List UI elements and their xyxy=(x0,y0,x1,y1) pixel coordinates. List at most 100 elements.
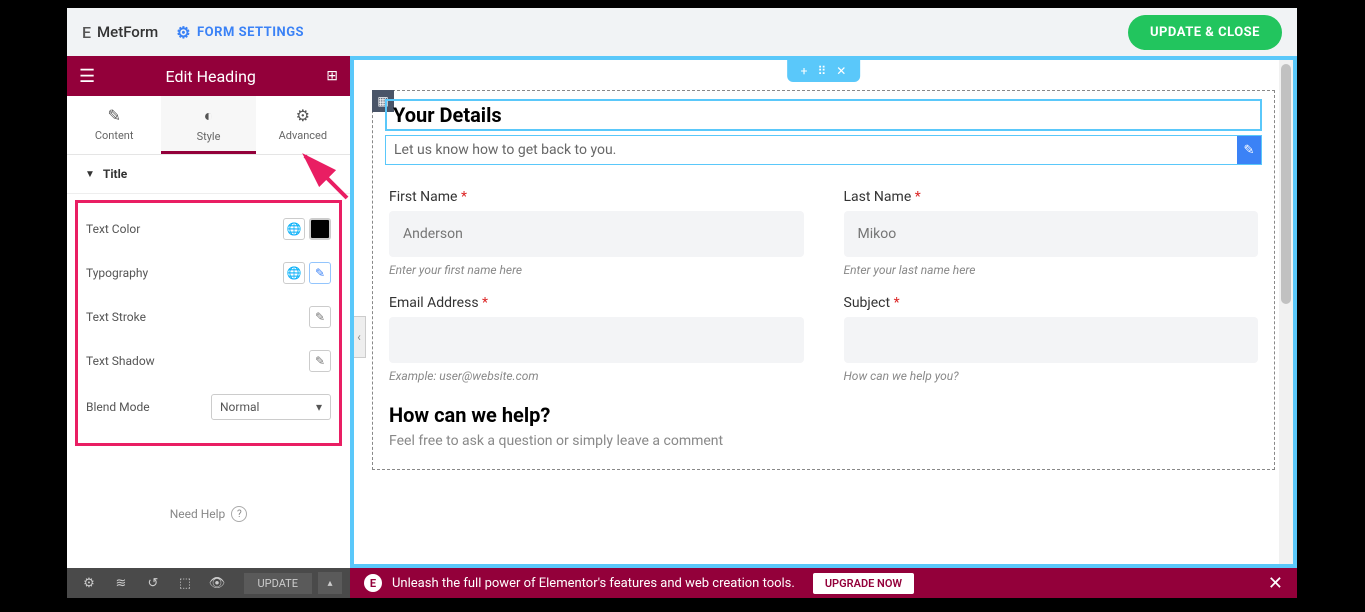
eye-icon: 👁 xyxy=(209,576,226,591)
history-button[interactable]: ↺ xyxy=(139,572,167,594)
text-color-label: Text Color xyxy=(86,222,140,236)
need-help-label: Need Help xyxy=(170,507,226,521)
caret-down-icon: ▼ xyxy=(85,169,95,180)
blend-mode-label: Blend Mode xyxy=(86,400,150,414)
update-close-button[interactable]: UPDATE & CLOSE xyxy=(1128,15,1282,50)
close-banner-button[interactable]: ✕ xyxy=(1268,573,1283,594)
chevron-down-icon: ▾ xyxy=(316,400,322,414)
control-typography: Typography 🌐 ✎ xyxy=(86,251,331,295)
layers-icon: ≋ xyxy=(116,576,127,591)
field-email: Email Address * Example: user@website.co… xyxy=(389,295,804,383)
update-button[interactable]: UPDATE xyxy=(244,573,312,594)
sidebar: ☰ Edit Heading ⊞ ✎ Content ◐ Style ⚙ Adv… xyxy=(67,56,350,568)
brand: E MetForm xyxy=(82,23,158,42)
section-title-toggle[interactable]: ▼ Title xyxy=(67,155,350,194)
settings-button[interactable]: ⚙ xyxy=(75,572,103,594)
control-blend-mode: Blend Mode Normal ▾ xyxy=(86,383,331,431)
canvas: + ⠿ ✕ ‹ ▦ Your Details Let us know how t… xyxy=(350,56,1297,568)
tab-content-label: Content xyxy=(95,129,134,142)
tab-advanced[interactable]: ⚙ Advanced xyxy=(256,96,350,154)
color-picker-button[interactable] xyxy=(309,218,331,240)
gear-icon: ⚙ xyxy=(176,23,191,42)
help-subheading: Feel free to ask a question or simply le… xyxy=(389,433,1258,449)
history-icon: ↺ xyxy=(148,576,159,591)
email-label: Email Address * xyxy=(389,295,804,311)
pencil-icon: ✎ xyxy=(315,266,325,280)
globe-icon: 🌐 xyxy=(287,222,302,236)
brand-label: MetForm xyxy=(97,23,158,41)
topbar: E MetForm ⚙ FORM SETTINGS UPDATE & CLOSE xyxy=(67,8,1297,56)
first-name-hint: Enter your first name here xyxy=(389,263,804,277)
navigator-button[interactable]: ≋ xyxy=(107,572,135,594)
required-mark: * xyxy=(482,295,488,311)
brand-icon: E xyxy=(82,23,91,42)
promo-banner: E Unleash the full power of Elementor's … xyxy=(350,568,1297,598)
form-settings-label: FORM SETTINGS xyxy=(197,25,304,40)
elementor-badge-icon: E xyxy=(364,574,382,592)
color-swatch xyxy=(310,219,330,239)
field-first-name: First Name * Enter your first name here xyxy=(389,189,804,277)
control-text-color: Text Color 🌐 xyxy=(86,207,331,251)
menu-icon[interactable]: ☰ xyxy=(79,66,95,87)
form-heading: Your Details xyxy=(393,103,1254,127)
text-stroke-label: Text Stroke xyxy=(86,310,146,324)
subject-input[interactable] xyxy=(844,317,1259,363)
help-heading: How can we help? xyxy=(389,403,1258,427)
pencil-icon: ✎ xyxy=(315,310,325,324)
text-shadow-edit-button[interactable]: ✎ xyxy=(309,350,331,372)
widgets-icon[interactable]: ⊞ xyxy=(326,68,338,84)
globe-icon: 🌐 xyxy=(287,266,302,280)
bottombar-left: ⚙ ≋ ↺ ⬚ 👁 UPDATE ▴ xyxy=(67,568,350,598)
last-name-input[interactable] xyxy=(844,211,1259,257)
pencil-icon: ✎ xyxy=(1244,143,1255,158)
required-mark: * xyxy=(915,189,921,205)
subheading-widget[interactable]: Let us know how to get back to you. ✎ xyxy=(385,135,1262,165)
text-stroke-edit-button[interactable]: ✎ xyxy=(309,306,331,328)
responsive-button[interactable]: ⬚ xyxy=(171,572,199,594)
cog-icon: ⚙ xyxy=(256,106,350,125)
email-hint: Example: user@website.com xyxy=(389,369,804,383)
tab-content[interactable]: ✎ Content xyxy=(67,96,161,154)
last-name-label: Last Name * xyxy=(844,189,1259,205)
help-icon: ? xyxy=(231,506,247,522)
blend-mode-select[interactable]: Normal ▾ xyxy=(211,394,331,420)
pencil-icon: ✎ xyxy=(67,106,161,125)
global-color-button[interactable]: 🌐 xyxy=(283,218,305,240)
control-text-stroke: Text Stroke ✎ xyxy=(86,295,331,339)
field-last-name: Last Name * Enter your last name here xyxy=(844,189,1259,277)
typography-label: Typography xyxy=(86,266,148,280)
form-subheading: Let us know how to get back to you. xyxy=(394,142,616,158)
last-name-hint: Enter your last name here xyxy=(844,263,1259,277)
tab-style-label: Style xyxy=(197,130,221,143)
scroll-thumb[interactable] xyxy=(1281,64,1291,304)
heading-widget[interactable]: Your Details xyxy=(385,99,1262,131)
required-mark: * xyxy=(461,189,467,205)
update-options-button[interactable]: ▴ xyxy=(318,572,342,594)
preview-button[interactable]: 👁 xyxy=(203,572,231,594)
banner-text: Unleash the full power of Elementor's fe… xyxy=(392,576,795,591)
devices-icon: ⬚ xyxy=(179,576,191,591)
first-name-label: First Name * xyxy=(389,189,804,205)
global-typography-button[interactable]: 🌐 xyxy=(283,262,305,284)
typography-edit-button[interactable]: ✎ xyxy=(309,262,331,284)
gear-icon: ⚙ xyxy=(83,576,95,591)
field-subject: Subject * How can we help you? xyxy=(844,295,1259,383)
upgrade-button[interactable]: UPGRADE NOW xyxy=(813,573,914,594)
form-settings-button[interactable]: ⚙ FORM SETTINGS xyxy=(176,23,304,42)
first-name-input[interactable] xyxy=(389,211,804,257)
email-input[interactable] xyxy=(389,317,804,363)
subject-label: Subject * xyxy=(844,295,1259,311)
caret-up-icon: ▴ xyxy=(327,578,332,589)
tab-advanced-label: Advanced xyxy=(279,129,327,142)
tab-style[interactable]: ◐ Style xyxy=(161,96,255,154)
editor-tabs: ✎ Content ◐ Style ⚙ Advanced xyxy=(67,96,350,155)
scrollbar[interactable] xyxy=(1279,60,1293,564)
need-help-link[interactable]: Need Help ? xyxy=(67,506,350,522)
bottombar: ⚙ ≋ ↺ ⬚ 👁 UPDATE ▴ E Unleash the full po… xyxy=(67,568,1297,598)
pencil-icon: ✎ xyxy=(315,354,325,368)
sidebar-title: Edit Heading xyxy=(166,67,256,86)
edit-widget-button[interactable]: ✎ xyxy=(1237,136,1261,164)
form-container: ▦ Your Details Let us know how to get ba… xyxy=(372,90,1275,470)
style-panel: Text Color 🌐 Typography 🌐 ✎ Text Stroke xyxy=(75,200,342,446)
text-shadow-label: Text Shadow xyxy=(86,354,155,368)
